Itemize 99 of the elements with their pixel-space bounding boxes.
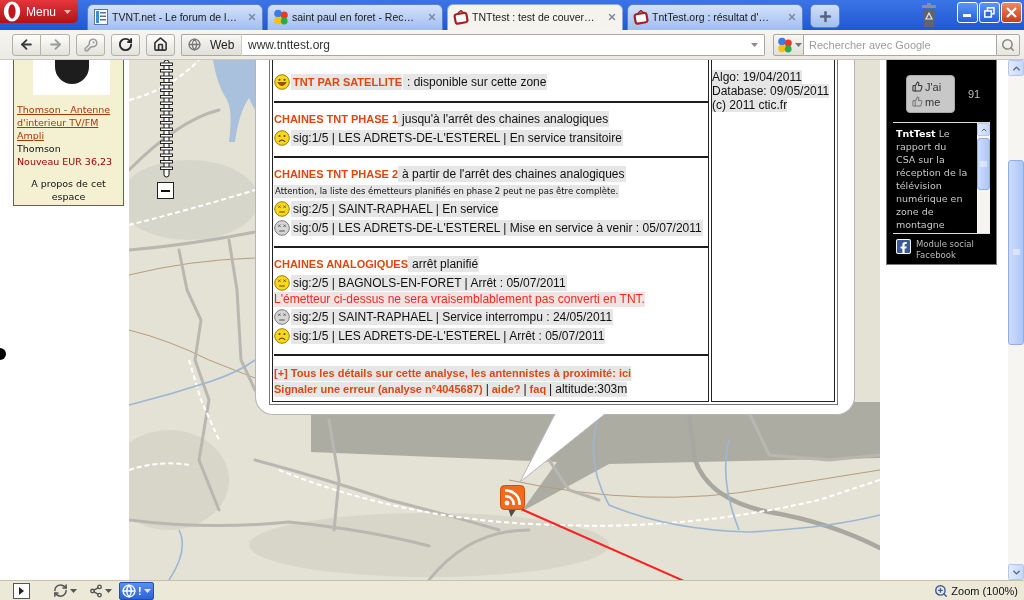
scroll-down-button[interactable] [1008,564,1024,580]
zoom-icon [934,583,949,598]
thumbs-up-icon [912,96,923,107]
new-tab-button[interactable] [810,4,840,28]
page-icon [93,9,109,25]
close-icon[interactable] [607,12,617,22]
like-button[interactable]: J'ai me [906,75,955,113]
station-text: sig:2/5 | SAINT-RAPHAEL | En service [291,200,500,217]
minimize-button[interactable] [957,2,978,23]
info-text: Database: 09/05/2011 [712,84,830,98]
logo-icon [3,1,21,22]
close-icon[interactable] [787,12,797,22]
arrow-right-icon [47,37,63,52]
site-info-button[interactable]: Web [181,33,242,56]
scrollbar[interactable] [977,123,990,233]
section-title: CHAINES TNT PHASE 2 [274,168,399,180]
restore-icon [984,7,995,18]
caret-icon[interactable] [105,588,112,593]
warning-text: L'émetteur ci-dessus ne sera vraisemblablement pas converti en TNT. [274,292,645,307]
scroll-up-button[interactable] [1008,60,1024,76]
section-subtitle: jusqu'à l'arrêt des chaines analogiques [398,111,610,127]
caret-icon[interactable] [70,588,77,593]
grip-icon [980,160,987,168]
home-icon [153,37,168,52]
panel-icon [13,582,30,599]
restore-button[interactable] [979,2,1000,23]
scroll-up-button[interactable] [977,123,990,136]
price-text: Nouveau EUR 36,23 [17,155,114,168]
trash-icon[interactable] [919,3,939,27]
section-subtitle: arrêt planifié [408,256,480,272]
zoom-out-button[interactable] [157,182,174,199]
search-field[interactable]: Rechercher avec Google [804,33,996,56]
thumbs-up-icon [912,81,923,92]
grip-icon [1012,249,1020,256]
globe-icon [122,583,136,598]
browser-tab[interactable]: TntTest.org : résultat d'… [627,4,803,30]
close-icon[interactable] [247,12,257,22]
panel-toggle-button[interactable] [10,581,33,600]
tv-icon [453,9,469,25]
module-caption: Module social Facebook [916,239,975,261]
reload-icon [118,37,133,52]
close-icon [1006,7,1017,18]
search-engine-button[interactable] [773,33,804,56]
station-text: sig:2/5 | BAGNOLS-EN-FORET | Arrêt : 05/07/2011 [291,274,567,291]
address-field[interactable]: www.tnttest.org [242,33,765,56]
station-text: sig:0/5 | LES ADRETS-DE-L'ESTEREL | Mise en service à venir : 05/07/2011 [291,219,703,236]
scrollbar[interactable] [1008,60,1024,580]
rss-marker-icon[interactable] [500,485,525,517]
share-icon [89,583,103,598]
about-ad-link[interactable]: A propos de cet espace [17,177,120,203]
close-icon[interactable] [427,12,437,22]
separator-text: | [546,381,556,397]
tv-icon [633,9,649,25]
sync-icon [53,583,68,598]
info-text: Algo: 19/04/2011 [712,70,802,84]
scroll-thumb[interactable] [977,138,990,190]
browser-tab[interactable]: TVNT.net - Le forum de l… [87,4,263,30]
search-icon [1001,37,1015,52]
key-icon [83,37,98,52]
section-title: CHAINES TNT PHASE 1 [274,113,399,125]
post-text: TntTest Le rapport du CSA sur la réception de la télévision numérique en zone de montagne [895,127,969,232]
close-button[interactable] [1001,2,1022,23]
browser-tab[interactable]: saint paul en foret - Rec… [267,4,443,30]
caret-icon[interactable] [795,42,802,47]
info-text: (c) 2011 ctic.fr [712,98,788,112]
search-button[interactable] [996,33,1020,56]
satellite-title: TNT PAR SATELLITE [291,73,402,90]
plus-icon [817,8,833,24]
caret-icon[interactable] [143,588,151,593]
browser-tab[interactable]: TNTtest : test de couver… [447,4,623,30]
product-link[interactable]: Thomson - Antenne d'interieur TV/FM Ampli [17,103,120,142]
key-button[interactable] [76,33,105,56]
minus-icon [161,189,170,192]
home-button[interactable] [146,33,175,56]
like-count: 91 [968,88,981,100]
caret-icon[interactable] [64,9,71,14]
section-title: CHAINES ANALOGIQUES [274,258,409,270]
logo-icon [273,9,289,25]
station-text: sig:1/5 | LES ADRETS-DE-L'ESTEREL | En service transitoire [291,129,623,146]
globe-icon [188,38,201,51]
separator-text: | [482,381,492,397]
zoom-scale-icon[interactable] [157,60,176,178]
scroll-thumb[interactable] [1008,160,1024,345]
reload-button[interactable] [111,33,140,56]
facebook-logo-icon [896,239,911,254]
turbo-button[interactable]: ! [119,581,154,600]
note-text: Attention, la liste des émetteurs planifiés en phase 2 peut ne pas être complète. [274,184,620,198]
menu-button[interactable]: Menu [0,0,78,23]
dropdown-caret-icon[interactable] [751,42,758,47]
altitude-text: altitude:303m [555,381,628,397]
station-text: sig:1/5 | LES ADRETS-DE-L'ESTEREL | Arrêt : 05/07/2011 [291,327,606,344]
zoom-button[interactable]: Zoom (100%) [932,581,1020,600]
section-subtitle: à partir de l'arrêt des chaines analogiques [398,166,626,182]
separator-text: | [520,381,530,397]
satellite-status: : disponible sur cette zone [403,73,548,90]
brand-text: Thomson [17,142,62,155]
logo-icon [777,36,793,53]
back-button[interactable] [12,33,41,56]
station-text: sig:2/5 | SAINT-RAPHAEL | Service interrompu : 24/05/2011 [291,308,614,325]
